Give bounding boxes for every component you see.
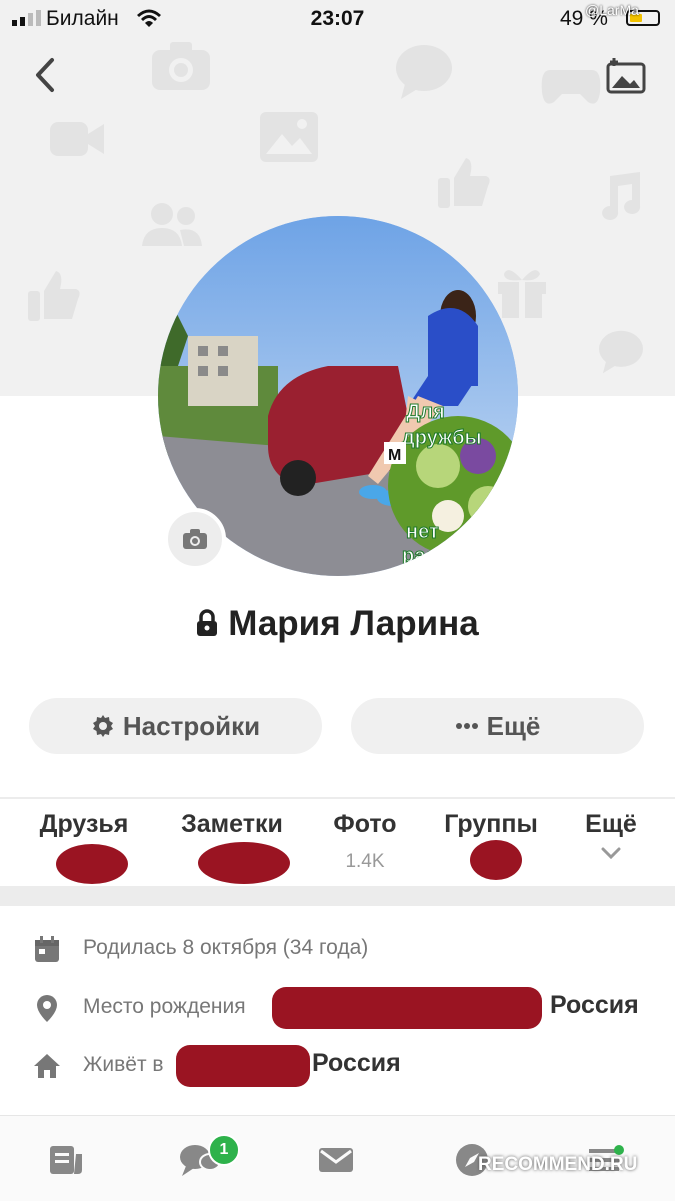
gear-icon <box>92 715 113 737</box>
envelope-icon <box>319 1148 353 1172</box>
redacted-count <box>470 840 522 880</box>
profile-sections: Друзья Заметки Фото 1.4K Группы Ещё <box>0 810 675 886</box>
gamepad-icon <box>541 70 601 104</box>
camera-icon <box>152 42 210 90</box>
birthday-text: Родилась 8 октября (34 года) <box>83 936 369 959</box>
sticker-line-4: расстояний <box>402 545 517 567</box>
birthplace-country: Россия <box>550 991 639 1019</box>
more-dots-icon <box>455 723 478 729</box>
add-image-icon <box>606 58 646 94</box>
tab-more-label: Ещё <box>585 810 637 838</box>
profile-name: Мария Ларина <box>0 604 675 644</box>
discussions-badge: 1 <box>208 1134 240 1166</box>
residence-label: Живёт в <box>83 1053 164 1076</box>
tab-photos-count: 1.4K <box>345 851 385 872</box>
site-watermark: RECOMMEND.RU <box>478 1154 638 1175</box>
lock-icon <box>197 609 218 636</box>
nav-messages[interactable] <box>314 1138 358 1182</box>
tab-friends[interactable]: Друзья <box>30 810 138 839</box>
users-icon <box>142 203 202 246</box>
status-bar: Билайн 23:07 49 % @LarMa <box>0 0 675 38</box>
gift-icon <box>498 270 546 318</box>
profile-name-text: Мария Ларина <box>228 604 479 643</box>
chat-bubble-icon <box>599 330 643 374</box>
more-actions-button[interactable]: Ещё <box>351 698 644 754</box>
tab-notes[interactable]: Заметки <box>170 810 294 839</box>
birthplace-label: Место рождения <box>83 995 246 1018</box>
change-avatar-button[interactable] <box>164 508 226 570</box>
info-birthplace: Место рождения Россия <box>0 987 675 1029</box>
home-icon <box>34 1054 60 1078</box>
video-camera-icon <box>50 122 104 156</box>
residence-country: Россия <box>312 1049 401 1077</box>
feed-icon <box>50 1146 82 1174</box>
redacted-city <box>272 987 542 1029</box>
music-note-icon <box>602 172 641 220</box>
tab-more[interactable]: Ещё <box>578 810 644 859</box>
redacted-count <box>198 842 290 884</box>
tab-photos-label: Фото <box>333 810 397 838</box>
info-birthday: Родилась 8 октября (34 года) <box>0 928 675 968</box>
settings-button-label: Настройки <box>122 710 261 741</box>
license-plate-letter: М <box>388 447 401 464</box>
section-divider <box>0 886 675 906</box>
redacted-city <box>176 1045 310 1087</box>
settings-button[interactable]: Настройки <box>29 698 322 754</box>
tab-friends-label: Друзья <box>39 810 129 838</box>
chevron-down-icon <box>601 847 621 859</box>
tab-groups[interactable]: Группы <box>436 810 546 839</box>
chat-bubble-icon <box>396 45 452 99</box>
author-watermark: @LarMa <box>585 2 639 18</box>
divider <box>0 797 675 799</box>
tab-notes-label: Заметки <box>181 810 283 838</box>
location-pin-icon <box>37 995 57 1022</box>
sticker-line-1: Для <box>406 401 445 423</box>
nav-feed[interactable] <box>44 1138 88 1182</box>
calendar-icon <box>35 936 59 962</box>
info-residence: Живёт в Россия <box>0 1045 675 1087</box>
more-actions-label: Ещё <box>486 710 541 741</box>
thumbs-up-icon <box>438 158 490 208</box>
redacted-count <box>56 844 128 884</box>
tab-photos[interactable]: Фото 1.4K <box>326 810 404 873</box>
sticker-line-3: нет <box>406 521 439 543</box>
camera-icon <box>183 529 207 549</box>
tab-groups-label: Группы <box>444 810 538 838</box>
sticker-line-2: дружбы <box>402 427 482 449</box>
chevron-left-icon <box>36 58 54 92</box>
thumbs-up-icon <box>28 271 80 321</box>
image-icon <box>260 112 318 162</box>
change-cover-button[interactable] <box>604 56 648 96</box>
back-button[interactable] <box>28 54 62 96</box>
